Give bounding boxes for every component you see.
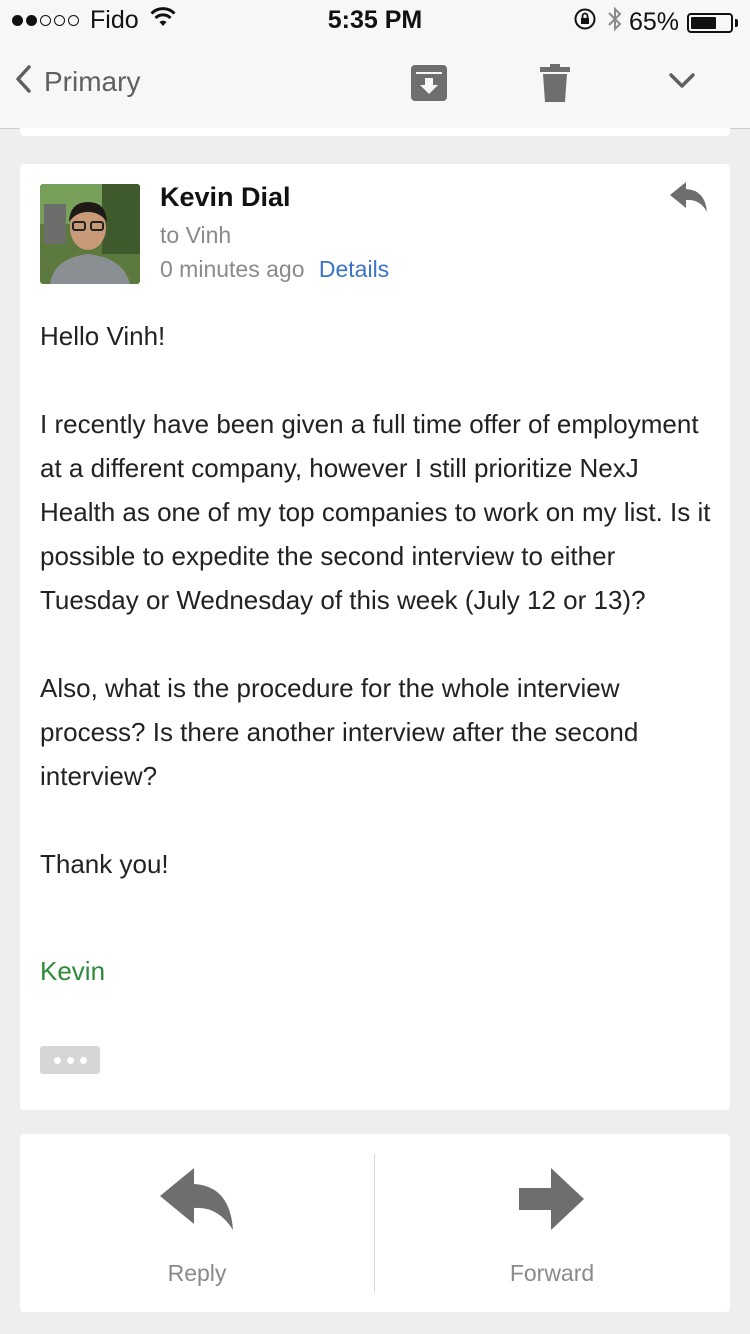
back-chevron-icon [14,64,32,99]
ellipsis-dot [66,1056,74,1064]
reply-label: Reply [167,1260,227,1286]
email-message-card: Kevin Dial to Vinh 0 minutes ago Details… [20,164,730,1110]
back-label: Primary [44,65,141,97]
reply-large-icon [20,1168,374,1230]
forward-icon [375,1168,729,1230]
greeting: Hello Vinh! [40,321,166,351]
ellipsis-dot [79,1056,87,1064]
trash-icon[interactable] [538,64,572,107]
status-right: 65% [573,6,738,39]
signature: Kevin [40,956,106,986]
forward-label: Forward [509,1260,595,1286]
body-paragraph: I recently have been given a full time o… [40,409,711,615]
avatar[interactable] [40,184,140,284]
timestamp: 0 minutes ago [160,256,305,282]
recipient-line: to Vinh [160,222,232,248]
reply-icon[interactable] [670,182,708,217]
previous-message-card-edge [20,128,730,136]
chevron-down-icon[interactable] [668,72,696,95]
details-link[interactable]: Details [319,256,389,282]
status-bar: Fido 5:35 PM 65% [0,0,750,40]
action-card: Reply Forward [20,1134,730,1312]
message-meta: 0 minutes ago Details [160,256,389,283]
show-trimmed-content-button[interactable] [40,1046,100,1074]
forward-button[interactable]: Forward [375,1134,729,1312]
battery-percentage: 65% [628,8,679,36]
battery-tip [735,18,738,27]
nav-bar: Primary [0,40,750,129]
ellipsis-dot [53,1056,61,1064]
sender-name[interactable]: Kevin Dial [160,182,291,213]
orientation-lock-icon [573,7,597,38]
archive-icon[interactable] [410,64,448,107]
reply-button[interactable]: Reply [20,1134,374,1312]
battery-level [691,16,716,29]
battery-icon [687,12,733,33]
body-paragraph: Also, what is the procedure for the whol… [40,673,639,791]
message-body: Hello Vinh! I recently have been given a… [40,314,715,930]
back-button[interactable]: Primary [14,64,140,99]
bluetooth-icon [607,6,623,39]
closing: Thank you! [40,849,169,879]
